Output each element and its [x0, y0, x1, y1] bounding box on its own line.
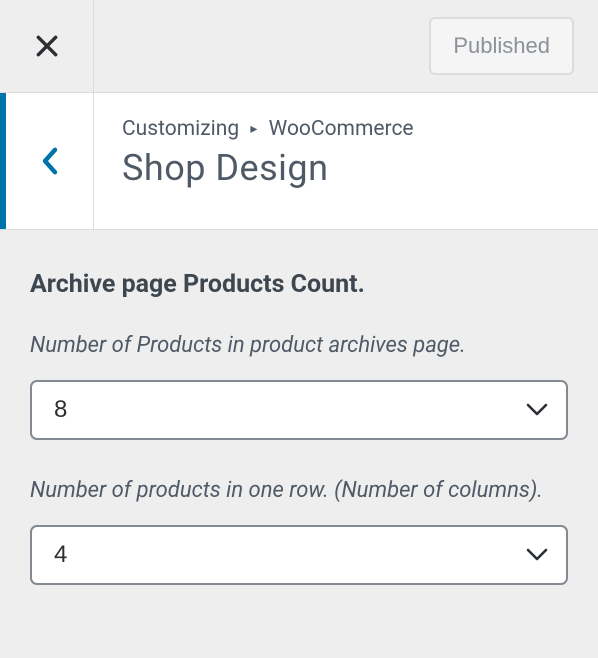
- close-button[interactable]: [0, 0, 94, 92]
- publish-status-button[interactable]: Published: [429, 17, 574, 75]
- breadcrumb-separator-icon: ▸: [250, 121, 257, 137]
- panel-header-text: Customizing ▸ WooCommerce Shop Design: [94, 93, 598, 229]
- columns-count-select-wrap: [30, 525, 568, 585]
- panel-header: Customizing ▸ WooCommerce Shop Design: [0, 92, 598, 230]
- breadcrumb: Customizing ▸ WooCommerce: [122, 117, 570, 141]
- breadcrumb-section: WooCommerce: [269, 117, 414, 141]
- back-button[interactable]: [0, 93, 94, 229]
- columns-count-select[interactable]: [30, 525, 568, 585]
- section-heading: Archive page Products Count.: [30, 270, 568, 299]
- products-count-select-wrap: [30, 380, 568, 440]
- panel-content: Archive page Products Count. Number of P…: [0, 230, 598, 641]
- chevron-left-icon: [39, 146, 61, 176]
- products-count-select[interactable]: [30, 380, 568, 440]
- breadcrumb-prefix: Customizing: [122, 117, 239, 141]
- close-icon: [34, 33, 60, 59]
- top-bar: Published: [0, 0, 598, 92]
- columns-count-label: Number of products in one row. (Number o…: [30, 476, 568, 507]
- products-count-label: Number of Products in product archives p…: [30, 331, 568, 362]
- page-title: Shop Design: [122, 147, 570, 189]
